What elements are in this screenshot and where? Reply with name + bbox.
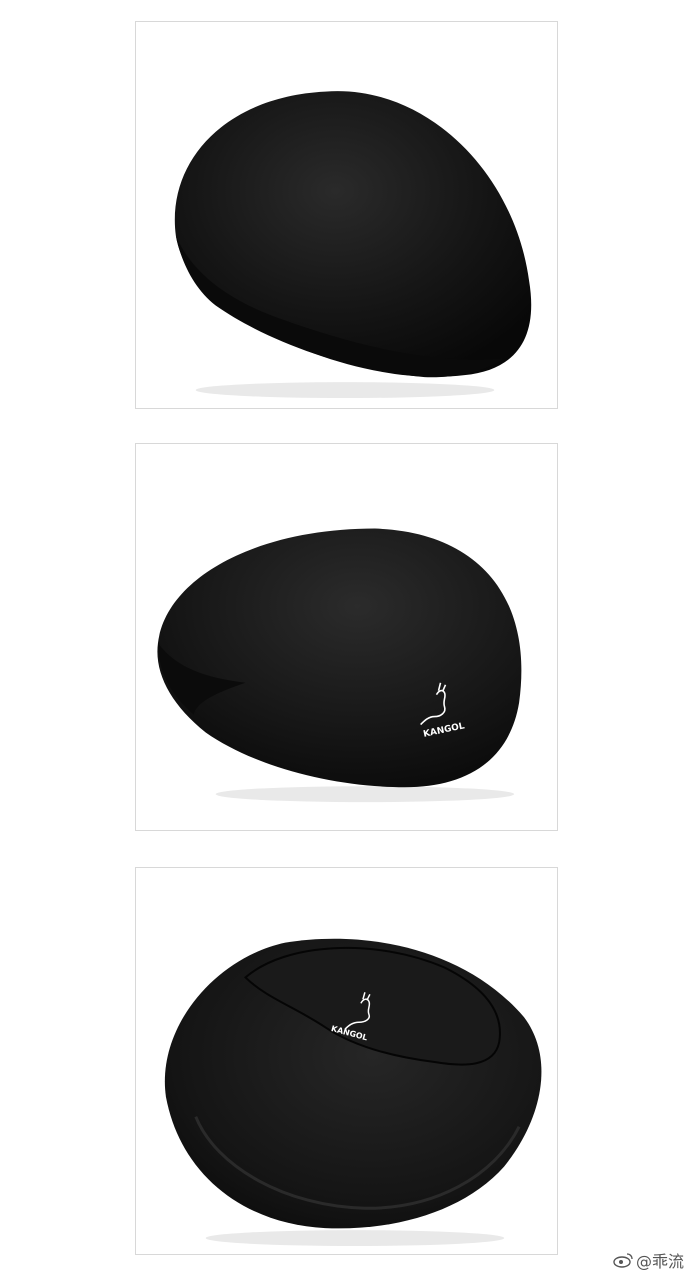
cap-underside-view-image: KANGOL xyxy=(164,938,542,1247)
cap-side-view-image: KANGOL xyxy=(157,528,522,803)
product-photo-2: KANGOL xyxy=(135,443,558,831)
product-photo-1 xyxy=(135,21,558,409)
product-photo-3: KANGOL xyxy=(135,867,558,1255)
weibo-icon xyxy=(613,1253,633,1268)
weibo-watermark: @乖流 xyxy=(613,1248,684,1272)
cap-top-view-image xyxy=(174,91,532,399)
watermark-text: @乖流 xyxy=(635,1252,684,1271)
